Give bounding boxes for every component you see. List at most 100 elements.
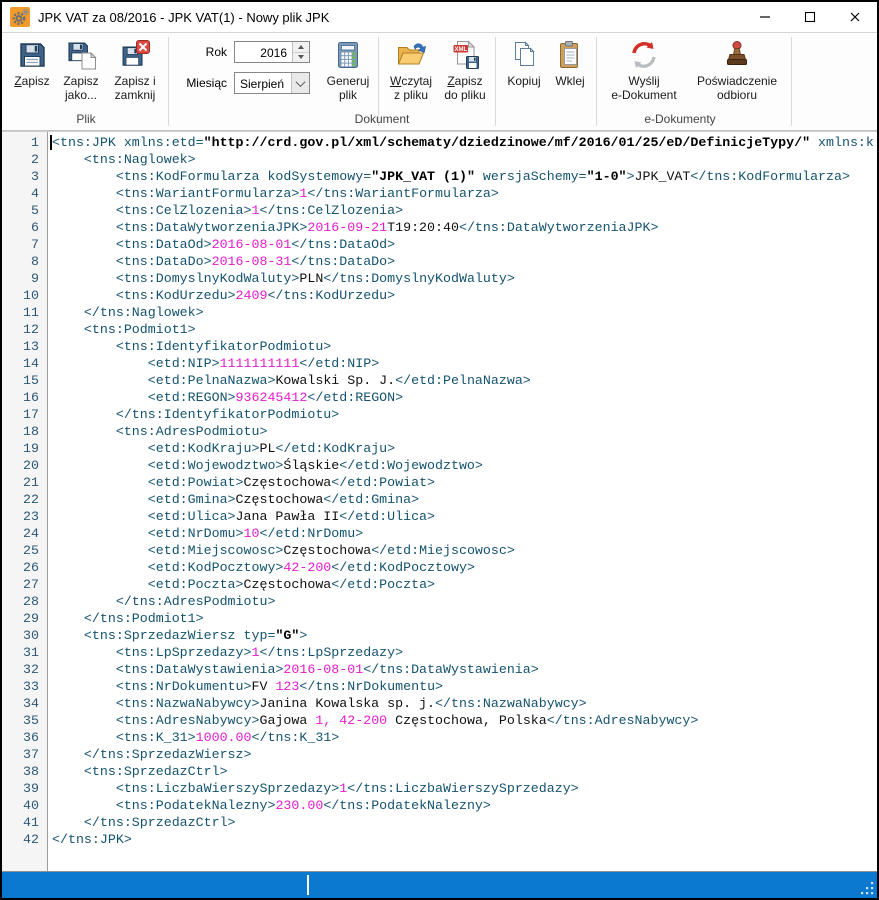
code-text: <tns:WariantFormularza>1</tns:WariantFor… — [48, 185, 499, 202]
code-text: </tns:SprzedazWiersz> — [48, 746, 252, 763]
code-line: 32 <tns:DataWystawienia>2016-08-01</tns:… — [2, 661, 877, 678]
close-button[interactable] — [832, 2, 877, 32]
line-number: 42 — [2, 831, 48, 848]
zapisz-jako-button[interactable]: Zapisz jako... — [56, 36, 106, 102]
line-number: 22 — [2, 491, 48, 508]
line-number: 9 — [2, 270, 48, 287]
spin-down-button[interactable] — [293, 52, 309, 63]
code-text: <tns:NazwaNabywcy>Janina Kowalska sp. j.… — [48, 695, 587, 712]
code-line: 33 <tns:NrDokumentu>FV 123</tns:NrDokume… — [2, 678, 877, 695]
copy-icon — [508, 39, 540, 71]
kopiuj-button[interactable]: Kopiuj — [500, 36, 548, 88]
code-text: <tns:DataWystawienia>2016-08-01</tns:Dat… — [48, 661, 539, 678]
resize-grip[interactable] — [860, 881, 874, 895]
miesiac-label: Miesiąc — [179, 76, 227, 90]
code-line: 5 <tns:CelZlozenia>1</tns:CelZlozenia> — [2, 202, 877, 219]
line-number: 11 — [2, 304, 48, 321]
group-separator — [495, 37, 496, 126]
code-text: <etd:Powiat>Częstochowa</etd:Powiat> — [48, 474, 435, 491]
code-text: <etd:NIP>1111111111</etd:NIP> — [48, 355, 379, 372]
button-label: Wklej — [555, 74, 584, 88]
code-line: 7 <tns:DataOd>2016-08-01</tns:DataOd> — [2, 236, 877, 253]
group-label-dokument: Dokument — [355, 112, 410, 126]
calculator-icon — [332, 39, 364, 71]
code-line: 22 <etd:Gmina>Częstochowa</etd:Gmina> — [2, 491, 877, 508]
code-line: 13 <tns:IdentyfikatorPodmiotu> — [2, 338, 877, 355]
button-label: Zapisz i zamknij — [114, 74, 155, 102]
code-line: 30 <tns:SprzedazWiersz typ="G"> — [2, 627, 877, 644]
line-number: 7 — [2, 236, 48, 253]
code-line: 20 <etd:Wojewodztwo>Śląskie</etd:Wojewod… — [2, 457, 877, 474]
code-line: 12 <tns:Podmiot1> — [2, 321, 877, 338]
code-line: 3 <tns:KodFormularza kodSystemowy="JPK_V… — [2, 168, 877, 185]
line-number: 29 — [2, 610, 48, 627]
code-text: <etd:Miejscowosc>Częstochowa</etd:Miejsc… — [48, 542, 515, 559]
code-line: 9 <tns:DomyslnyKodWaluty>PLN</tns:Domysl… — [2, 270, 877, 287]
code-line: 18 <tns:AdresPodmiotu> — [2, 423, 877, 440]
code-line: 31 <tns:LpSprzedazy>1</tns:LpSprzedazy> — [2, 644, 877, 661]
code-text: <tns:LpSprzedazy>1</tns:LpSprzedazy> — [48, 644, 403, 661]
line-number: 19 — [2, 440, 48, 457]
poswiadczenie-odbioru-button[interactable]: Poświadczenie odbioru — [687, 36, 787, 102]
generuj-plik-button[interactable]: Generuj plik — [322, 36, 374, 102]
line-number: 35 — [2, 712, 48, 729]
line-number: 6 — [2, 219, 48, 236]
window-controls — [742, 2, 877, 32]
svg-text:XML: XML — [454, 47, 467, 53]
dropdown-button[interactable] — [291, 73, 309, 93]
zapisz-i-zamknij-button[interactable]: Zapisz i zamknij — [106, 36, 164, 102]
code-line: 39 <tns:LiczbaWierszySprzedazy>1</tns:Li… — [2, 780, 877, 797]
rok-input[interactable]: 2016 — [234, 41, 310, 63]
code-text: <tns:DomyslnyKodWaluty>PLN</tns:Domyslny… — [48, 270, 515, 287]
spin-up-button[interactable] — [293, 42, 309, 52]
line-number: 26 — [2, 559, 48, 576]
code-text: <tns:NrDokumentu>FV 123</tns:NrDokumentu… — [48, 678, 443, 695]
line-number: 3 — [2, 168, 48, 185]
line-number: 2 — [2, 151, 48, 168]
ribbon-toolbar: Zapisz — [2, 33, 877, 131]
maximize-button[interactable] — [787, 2, 832, 32]
code-line: 41 </tns:SprzedazCtrl> — [2, 814, 877, 831]
code-text: </tns:IdentyfikatorPodmiotu> — [48, 406, 339, 423]
code-text: <tns:KodUrzedu>2409</tns:KodUrzedu> — [48, 287, 395, 304]
code-text: <etd:KodKraju>PL</etd:KodKraju> — [48, 440, 395, 457]
minimize-button[interactable] — [742, 2, 787, 32]
code-line: 16 <etd:REGON>936245412</etd:REGON> — [2, 389, 877, 406]
wczytaj-z-pliku-button[interactable]: Wczytaj z pliku — [383, 36, 439, 102]
line-number: 13 — [2, 338, 48, 355]
paste-icon — [554, 39, 586, 71]
code-text: <tns:DataOd>2016-08-01</tns:DataOd> — [48, 236, 395, 253]
code-line: 17 </tns:IdentyfikatorPodmiotu> — [2, 406, 877, 423]
code-text: <tns:KodFormularza kodSystemowy="JPK_VAT… — [48, 168, 850, 185]
code-text: <etd:Wojewodztwo>Śląskie</etd:Wojewodztw… — [48, 457, 483, 474]
miesiac-select[interactable]: Sierpień — [234, 72, 310, 94]
group-separator — [791, 37, 792, 126]
code-line: 34 <tns:NazwaNabywcy>Janina Kowalska sp.… — [2, 695, 877, 712]
zapisz-button[interactable]: Zapisz — [8, 36, 56, 88]
line-number: 16 — [2, 389, 48, 406]
miesiac-value: Sierpień — [235, 73, 291, 93]
button-label: Kopiuj — [507, 74, 540, 88]
code-line: 26 <etd:KodPocztowy>42-200</etd:KodPoczt… — [2, 559, 877, 576]
wklej-button[interactable]: Wklej — [548, 36, 592, 88]
app-icon[interactable] — [10, 7, 30, 27]
line-number: 41 — [2, 814, 48, 831]
line-number: 31 — [2, 644, 48, 661]
code-line: 24 <etd:NrDomu>10</etd:NrDomu> — [2, 525, 877, 542]
line-number: 25 — [2, 542, 48, 559]
zapisz-do-pliku-button[interactable]: XML Zapisz do pliku — [439, 36, 491, 102]
line-number: 15 — [2, 372, 48, 389]
stamp-icon — [721, 39, 753, 71]
xml-file-save-icon: XML — [449, 39, 481, 71]
open-folder-icon — [395, 39, 427, 71]
line-number: 33 — [2, 678, 48, 695]
code-text: <tns:CelZlozenia>1</tns:CelZlozenia> — [48, 202, 403, 219]
line-number: 20 — [2, 457, 48, 474]
chevron-down-icon — [296, 77, 306, 87]
code-text: <etd:Poczta>Częstochowa</etd:Poczta> — [48, 576, 435, 593]
wyslij-edokument-button[interactable]: Wyślij e-Dokument — [601, 36, 687, 102]
code-text: <etd:KodPocztowy>42-200</etd:KodPocztowy… — [48, 559, 475, 576]
window-title: JPK VAT za 08/2016 - JPK VAT(1) - Nowy p… — [38, 10, 329, 25]
xml-editor[interactable]: 1<tns:JPK xmlns:etd="http://crd.gov.pl/x… — [2, 131, 877, 871]
code-line: 1<tns:JPK xmlns:etd="http://crd.gov.pl/x… — [2, 134, 877, 151]
